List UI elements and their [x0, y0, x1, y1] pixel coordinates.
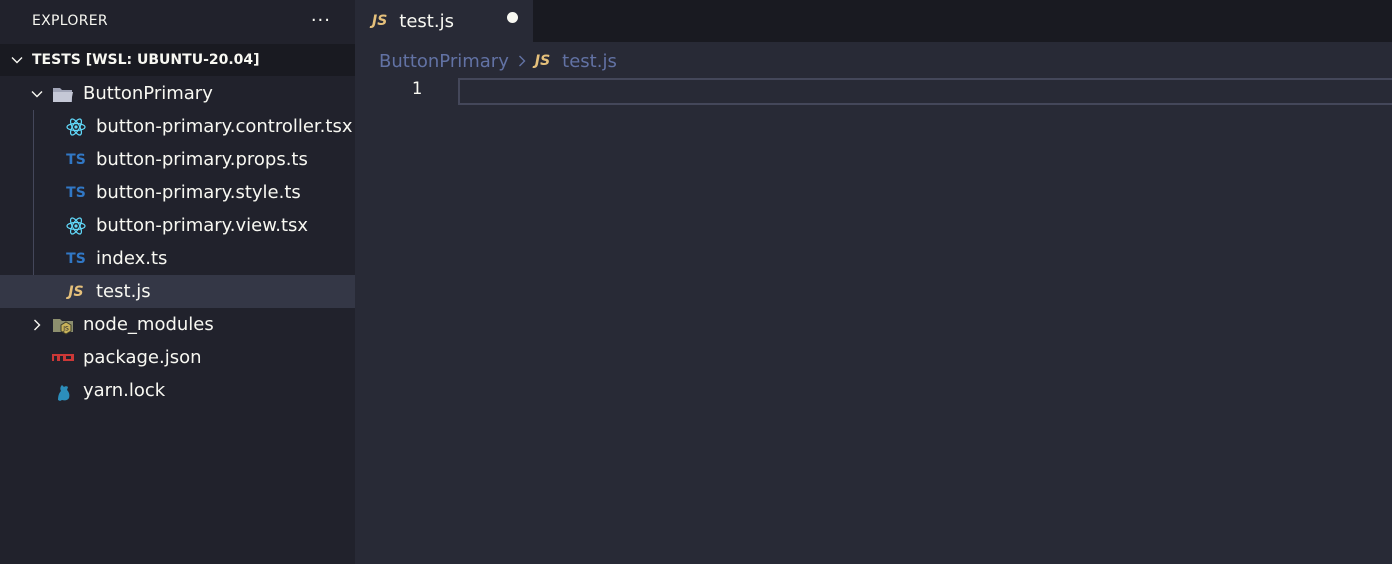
typescript-icon: TS: [66, 250, 86, 267]
typescript-icon: TS: [66, 151, 86, 168]
folder-open-icon: [52, 83, 74, 105]
tree-item-label: test.js: [96, 281, 151, 302]
tree-item-props-ts[interactable]: TS button-primary.props.ts: [0, 143, 355, 176]
tree-item-package-json[interactable]: package.json: [0, 341, 355, 374]
explorer-sidebar: EXPLORER ··· TESTS [WSL: UBUNTU-20.04] B…: [0, 0, 355, 564]
workspace-header[interactable]: TESTS [WSL: UBUNTU-20.04]: [0, 44, 355, 76]
breadcrumb: ButtonPrimary JS test.js: [379, 47, 617, 75]
chevron-down-icon: [28, 85, 46, 103]
tree-item-view-tsx[interactable]: button-primary.view.tsx: [0, 209, 355, 242]
typescript-icon: TS: [66, 184, 86, 201]
tree-item-label: node_modules: [83, 314, 214, 335]
more-actions-button[interactable]: ···: [311, 12, 331, 30]
chevron-down-icon: [8, 51, 26, 69]
tree-item-style-ts[interactable]: TS button-primary.style.ts: [0, 176, 355, 209]
workspace-label: TESTS [WSL: UBUNTU-20.04]: [32, 52, 260, 68]
tree-item-buttonprimary-folder[interactable]: ButtonPrimary: [0, 77, 355, 110]
editor-tab-bar: JS test.js: [355, 0, 1392, 42]
tree-item-yarn-lock[interactable]: yarn.lock: [0, 374, 355, 407]
editor-current-line[interactable]: [458, 78, 1392, 105]
tree-item-label: button-primary.props.ts: [96, 149, 308, 170]
react-icon: [65, 116, 87, 138]
tree-item-controller-tsx[interactable]: button-primary.controller.tsx: [0, 110, 355, 143]
svg-text:JS: JS: [62, 325, 69, 332]
tree-item-label: button-primary.style.ts: [96, 182, 301, 203]
tree-item-label: button-primary.view.tsx: [96, 215, 309, 236]
tree-item-label: yarn.lock: [83, 380, 166, 401]
tree-item-label: index.ts: [96, 248, 168, 269]
explorer-title: EXPLORER: [32, 13, 108, 29]
tab-test-js[interactable]: JS test.js: [355, 0, 533, 42]
yarn-icon: [52, 380, 74, 402]
tree-item-node-modules[interactable]: JS node_modules: [0, 308, 355, 341]
explorer-header: EXPLORER ···: [0, 0, 355, 42]
tree-item-test-js[interactable]: JS test.js: [0, 275, 355, 308]
react-icon: [65, 215, 87, 237]
javascript-icon: JS: [534, 53, 551, 69]
unsaved-dot-icon[interactable]: [507, 12, 518, 23]
javascript-icon: JS: [68, 283, 84, 300]
tree-item-index-ts[interactable]: TS index.ts: [0, 242, 355, 275]
tab-label: test.js: [399, 10, 454, 32]
node-folder-icon: JS: [52, 314, 74, 336]
file-tree: ButtonPrimary button-primary.controller.…: [0, 77, 355, 407]
javascript-icon: JS: [372, 13, 388, 29]
tree-item-label: ButtonPrimary: [83, 83, 213, 104]
line-number: 1: [411, 79, 422, 99]
npm-icon: [52, 347, 74, 369]
breadcrumb-file[interactable]: test.js: [562, 51, 617, 72]
tree-item-label: package.json: [83, 347, 202, 368]
tree-item-label: button-primary.controller.tsx: [96, 116, 353, 137]
chevron-right-icon: [517, 54, 527, 68]
breadcrumb-folder[interactable]: ButtonPrimary: [379, 51, 509, 72]
chevron-right-icon: [28, 316, 46, 334]
